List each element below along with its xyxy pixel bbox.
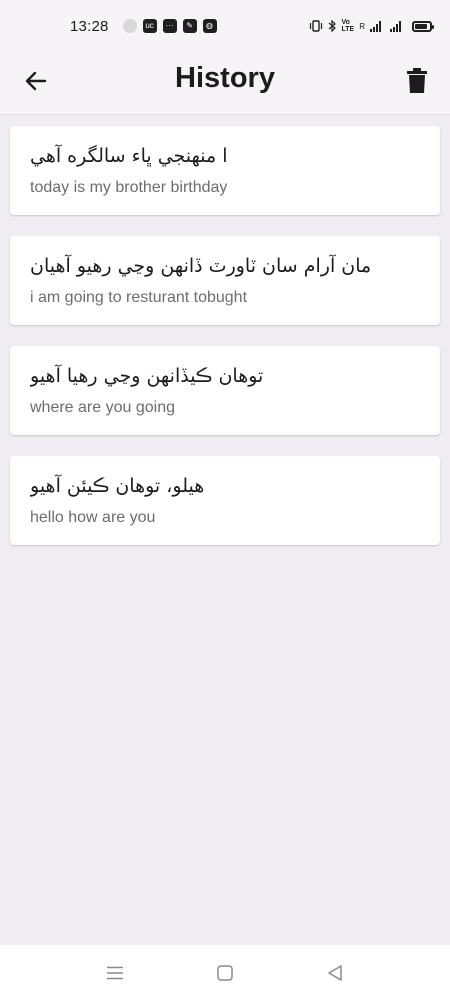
history-item[interactable]: ا منهنجي ڀاء سالگره آهي today is my brot… [10,126,440,215]
history-item[interactable]: مان آرام سان ٽاورٽ ڏانهن وڃي رهيو آهيان … [10,236,440,325]
delete-history-button[interactable] [404,66,430,96]
translated-text: i am going to resturant tobught [30,289,248,306]
home-square-icon [217,964,233,981]
page-title: History [175,62,275,94]
volte-label-bottom: LTE [341,26,355,33]
source-text: ا منهنجي ڀاء سالگره آهي [30,145,228,167]
system-back-button[interactable] [321,959,349,987]
volte-label-top: Vo [341,19,350,26]
source-text: توهان ڪيڏانهن وڃي رهيا آهيو [30,365,264,387]
history-item[interactable]: هيلو، توهان ڪيئن آهيو hello how are you [10,456,440,545]
notification-icons: uc ··· ✎ ◍ [122,19,217,33]
globe-icon: ◍ [202,19,217,33]
translated-text: today is my brother birthday [30,179,228,196]
system-icons: Vo LTE R [309,19,434,33]
uc-browser-icon: uc [142,19,157,33]
status-bar: 13:28 uc ··· ✎ ◍ Vo LTE R [0,0,450,52]
app-bar: History [0,52,450,115]
vibrate-icon [309,20,322,32]
home-button[interactable] [211,959,239,987]
recent-apps-button[interactable] [101,959,129,987]
system-nav-bar [0,945,450,1000]
translated-text: where are you going [30,399,175,416]
history-list: ا منهنجي ڀاء سالگره آهي today is my brot… [10,126,440,566]
back-triangle-icon [328,964,342,981]
signal-icon-1 [370,20,381,32]
trash-icon [407,68,427,93]
edit-app-icon: ✎ [182,19,197,33]
translated-text: hello how are you [30,509,156,526]
bluetooth-icon [328,20,336,32]
roaming-label: R [359,21,365,31]
volte-icon: Vo LTE [342,19,355,33]
circle-icon [122,19,137,33]
source-text: مان آرام سان ٽاورٽ ڏانهن وڃي رهيو آهيان [30,255,372,277]
battery-icon [412,20,434,32]
chat-icon: ··· [162,19,177,33]
menu-icon [107,966,123,979]
status-time: 13:28 [70,17,109,35]
source-text: هيلو، توهان ڪيئن آهيو [30,475,205,497]
signal-icon-2 [390,20,401,32]
history-item[interactable]: توهان ڪيڏانهن وڃي رهيا آهيو where are yo… [10,346,440,435]
